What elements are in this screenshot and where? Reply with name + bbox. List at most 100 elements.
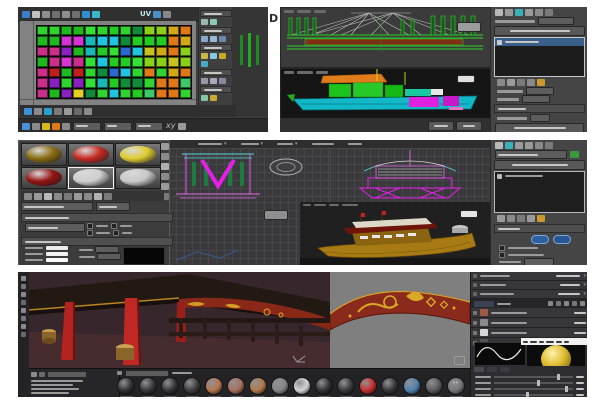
tool-icon[interactable] bbox=[54, 193, 62, 200]
material-thumbnail[interactable] bbox=[161, 377, 179, 397]
uv-tool-icon[interactable] bbox=[210, 95, 217, 101]
tool-icon[interactable] bbox=[21, 316, 26, 321]
uv-tool-icon[interactable] bbox=[201, 36, 208, 42]
uv-face[interactable] bbox=[180, 57, 191, 66]
tool-icon[interactable] bbox=[497, 79, 505, 86]
viewport-menu[interactable]: ▾ bbox=[277, 141, 298, 147]
tool-icon[interactable] bbox=[32, 11, 40, 18]
material-slot[interactable] bbox=[115, 167, 161, 190]
material-thumbnail[interactable] bbox=[359, 377, 377, 397]
material-slot[interactable] bbox=[115, 143, 161, 166]
material-slot[interactable] bbox=[21, 143, 67, 166]
uv-face[interactable] bbox=[97, 89, 108, 98]
rollout-header[interactable] bbox=[200, 86, 232, 93]
uv-face[interactable] bbox=[49, 68, 60, 77]
tool-icon[interactable] bbox=[515, 9, 523, 16]
uv-face[interactable] bbox=[49, 78, 60, 87]
uv-face[interactable] bbox=[61, 57, 72, 66]
rollout-header[interactable] bbox=[200, 69, 232, 76]
modifier-stack-row-unwrap-uvw[interactable] bbox=[495, 38, 584, 46]
tool-icon[interactable] bbox=[34, 108, 42, 115]
slider-row[interactable] bbox=[471, 392, 587, 397]
spinner-field[interactable] bbox=[522, 95, 550, 103]
uv-face[interactable] bbox=[144, 36, 155, 45]
faceted-checkbox[interactable] bbox=[113, 230, 119, 236]
layer-row[interactable] bbox=[471, 308, 587, 318]
shader-dropdown[interactable] bbox=[25, 223, 85, 232]
visibility-icon[interactable] bbox=[473, 311, 477, 315]
uv-face[interactable] bbox=[109, 36, 120, 45]
material-name-field[interactable] bbox=[21, 202, 93, 211]
value-field[interactable] bbox=[524, 258, 554, 265]
material-thumbnail[interactable] bbox=[337, 377, 355, 397]
tool-icon[interactable] bbox=[495, 142, 503, 149]
open-uv-editor-button[interactable] bbox=[495, 123, 584, 132]
uv-face[interactable] bbox=[73, 47, 84, 56]
spinner-field[interactable] bbox=[526, 87, 554, 95]
layer-row[interactable] bbox=[471, 328, 587, 338]
tool-icon[interactable] bbox=[44, 193, 52, 200]
uv-face[interactable] bbox=[61, 26, 72, 35]
auto-key-button[interactable] bbox=[456, 121, 482, 131]
object-color-swatch[interactable] bbox=[570, 151, 579, 158]
uv-face[interactable] bbox=[120, 68, 131, 77]
tool-icon[interactable] bbox=[161, 143, 169, 150]
material-slot[interactable] bbox=[21, 167, 67, 190]
uv-face[interactable] bbox=[73, 57, 84, 66]
tool-icon[interactable] bbox=[535, 142, 543, 149]
layer-row[interactable] bbox=[471, 318, 587, 328]
uv-face[interactable] bbox=[85, 57, 96, 66]
uv-face[interactable] bbox=[120, 89, 131, 98]
uv-face[interactable] bbox=[120, 26, 131, 35]
uv-option-icon[interactable] bbox=[153, 11, 161, 18]
uv-face[interactable] bbox=[180, 26, 191, 35]
uv-face[interactable] bbox=[156, 78, 167, 87]
viewport-menu[interactable]: ▾ bbox=[241, 141, 264, 147]
uv-face[interactable] bbox=[97, 78, 108, 87]
uv-face[interactable] bbox=[144, 26, 155, 35]
uv-checker-map[interactable] bbox=[36, 25, 192, 99]
coord-z-field[interactable] bbox=[135, 122, 163, 131]
tool-icon[interactable] bbox=[545, 142, 553, 149]
viewport-overlay-button[interactable] bbox=[457, 75, 475, 83]
material-thumbnail[interactable] bbox=[249, 377, 267, 397]
uv-face[interactable] bbox=[109, 68, 120, 77]
uv-face[interactable] bbox=[132, 78, 143, 87]
material-thumbnail[interactable] bbox=[381, 377, 399, 397]
uv-face[interactable] bbox=[37, 68, 48, 77]
uv-face[interactable] bbox=[109, 57, 120, 66]
tool-icon[interactable] bbox=[104, 193, 112, 200]
tool-icon[interactable] bbox=[34, 193, 42, 200]
checkbox[interactable] bbox=[499, 252, 505, 258]
tool-icon[interactable] bbox=[21, 332, 26, 337]
material-thumbnail[interactable] bbox=[183, 377, 201, 397]
channel-row[interactable]: ▾ bbox=[471, 290, 587, 299]
tool-icon[interactable] bbox=[82, 11, 90, 18]
uv-face[interactable] bbox=[85, 78, 96, 87]
shelf-filter-field[interactable] bbox=[125, 370, 169, 377]
uv-tool-icon[interactable] bbox=[219, 36, 226, 42]
uv-face[interactable] bbox=[180, 89, 191, 98]
uv-face[interactable] bbox=[37, 78, 48, 87]
uv-face[interactable] bbox=[97, 57, 108, 66]
material-thumbnail[interactable] bbox=[271, 377, 289, 397]
uv-tool-icon[interactable] bbox=[219, 78, 226, 84]
material-thumbnail[interactable] bbox=[227, 377, 245, 397]
specular-swatch[interactable] bbox=[46, 258, 68, 262]
viewport-3d[interactable] bbox=[29, 272, 330, 368]
slider-knob[interactable] bbox=[537, 380, 540, 386]
rollout-header[interactable] bbox=[494, 104, 585, 113]
material-type-button[interactable] bbox=[96, 202, 130, 211]
opacity-field[interactable] bbox=[97, 253, 121, 260]
uv-face[interactable] bbox=[144, 78, 155, 87]
uv-face[interactable] bbox=[132, 47, 143, 56]
uv-face[interactable] bbox=[49, 57, 60, 66]
tool-icon[interactable] bbox=[21, 292, 26, 297]
selection-rollout-header[interactable] bbox=[494, 224, 585, 233]
tool-icon[interactable] bbox=[507, 79, 515, 86]
tool-icon[interactable] bbox=[515, 142, 523, 149]
channel-field[interactable] bbox=[530, 114, 550, 122]
uv-face[interactable] bbox=[168, 78, 179, 87]
uv-face[interactable] bbox=[37, 89, 48, 98]
ambient-swatch[interactable] bbox=[46, 246, 68, 250]
